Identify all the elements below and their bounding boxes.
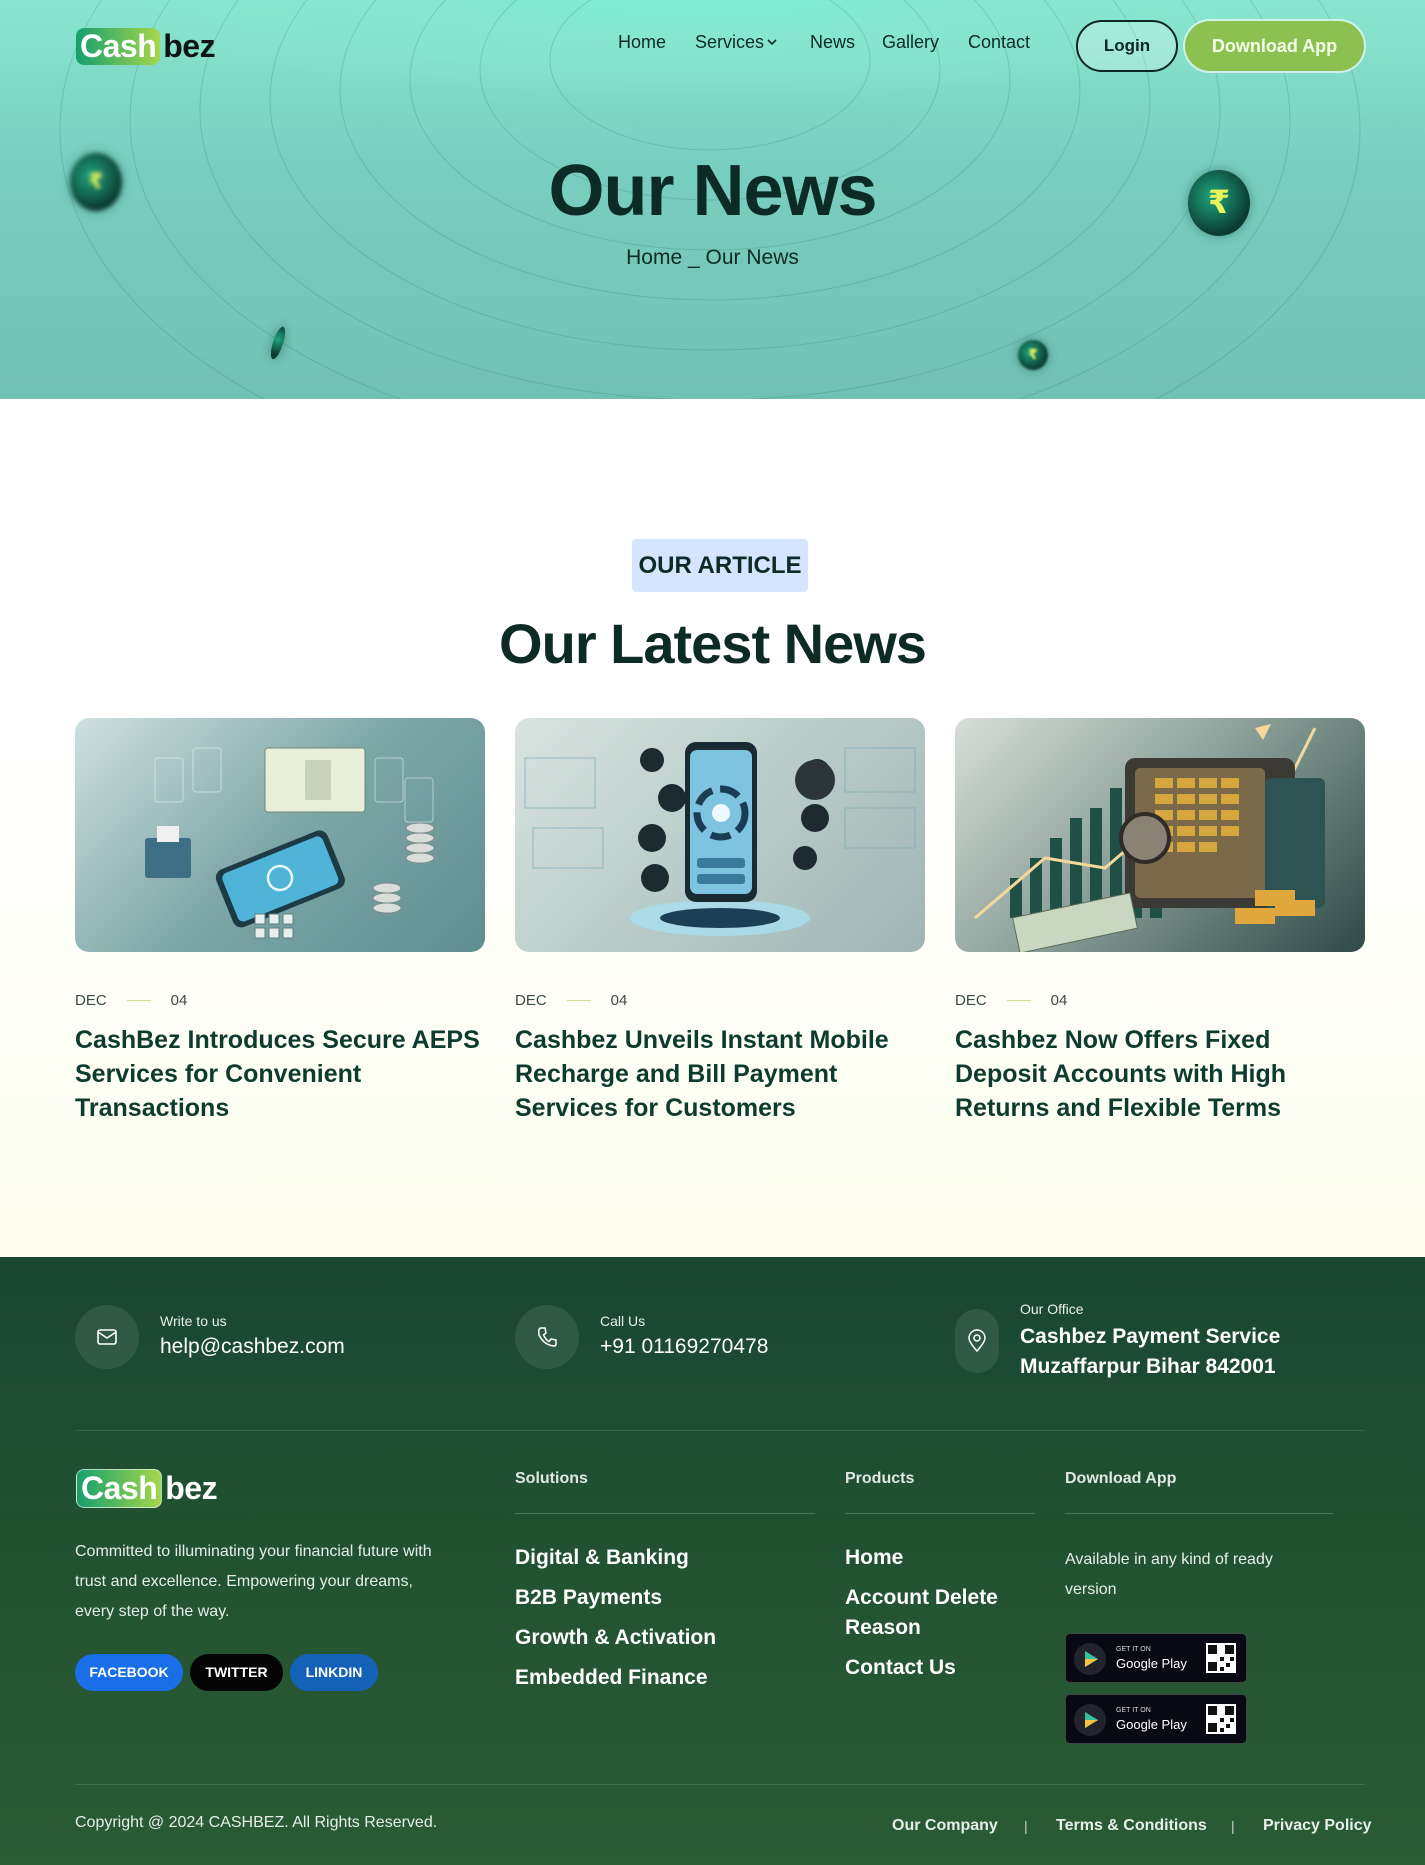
- footer-link-separator: |: [1231, 1818, 1235, 1834]
- coin-decoration-small: ₹: [1018, 340, 1048, 370]
- products-divider: [845, 1513, 1035, 1514]
- nav-services-label: Services: [695, 32, 765, 52]
- news-illustration: [524, 742, 916, 936]
- solutions-heading: Solutions: [515, 1470, 588, 1487]
- badge-small-text: GET IT ON: [1116, 1707, 1151, 1714]
- contact-office: Our Office Cashbez Payment Service Muzaf…: [955, 1301, 1280, 1378]
- footer-logo-bez: bez: [165, 1470, 218, 1506]
- badge-big-text: Google Play: [1116, 1717, 1187, 1732]
- contact-phone-label: Call Us: [600, 1313, 646, 1329]
- news-title[interactable]: Cashbez Unveils Instant Mobile Recharge …: [515, 1023, 925, 1125]
- footer-link-our-company[interactable]: Our Company: [892, 1817, 998, 1835]
- contact-email-value[interactable]: help@cashbez.com: [160, 1335, 345, 1359]
- solutions-link-b2b-payments[interactable]: B2B Payments: [515, 1583, 662, 1613]
- news-month: DEC: [955, 992, 987, 1009]
- footer-logo[interactable]: Cash bez: [76, 1469, 218, 1508]
- phone-icon: [515, 1305, 579, 1369]
- solutions-link-embedded-finance[interactable]: Embedded Finance: [515, 1663, 708, 1693]
- facebook-button[interactable]: FACEBOOK: [75, 1654, 183, 1691]
- contact-phone[interactable]: Call Us +91 01169270478: [515, 1305, 768, 1369]
- login-button[interactable]: Login: [1076, 20, 1178, 72]
- copyright-text: Copyright @ 2024 CASHBEZ. All Rights Res…: [75, 1814, 438, 1831]
- date-divider: [1006, 1000, 1031, 1001]
- google-play-badge[interactable]: GET IT ON Google Play: [1065, 1694, 1247, 1744]
- products-link-home[interactable]: Home: [845, 1543, 903, 1573]
- breadcrumb-separator: _: [687, 246, 700, 269]
- products-link-account-delete[interactable]: Account Delete Reason: [845, 1583, 1015, 1643]
- download-divider: [1065, 1513, 1333, 1514]
- download-description: Available in any kind of ready version: [1065, 1551, 1273, 1598]
- breadcrumb: Home _ Our News: [0, 246, 1425, 270]
- footer-link-privacy[interactable]: Privacy Policy: [1263, 1817, 1372, 1835]
- solutions-divider: [515, 1513, 815, 1514]
- nav-contact[interactable]: Contact: [968, 32, 1030, 53]
- location-pin-icon: [955, 1309, 999, 1373]
- page-title: Our News: [548, 151, 877, 231]
- news-day: 04: [610, 992, 628, 1009]
- news-day: 04: [170, 992, 188, 1009]
- news-card[interactable]: DEC 04 Cashbez Now Offers Fixed Deposit A…: [955, 718, 1365, 1122]
- download-heading: Download App: [1065, 1470, 1177, 1487]
- footer-divider-top: [75, 1430, 1365, 1431]
- breadcrumb-current: Our News: [705, 246, 799, 269]
- contact-office-label: Our Office: [1020, 1301, 1084, 1317]
- news-date: DEC 04: [75, 992, 187, 1009]
- news-title[interactable]: CashBez Introduces Secure AEPS Services …: [75, 1023, 485, 1125]
- news-image-aeps[interactable]: [75, 718, 485, 952]
- download-app-button[interactable]: Download App: [1185, 21, 1364, 71]
- breadcrumb-home[interactable]: Home: [626, 246, 682, 269]
- linkedin-button[interactable]: LINKDIN: [290, 1654, 378, 1691]
- footer-logo-cash: Cash: [76, 1469, 163, 1508]
- news-card[interactable]: DEC 04 CashBez Introduces Secure AEPS Ser…: [75, 718, 485, 1122]
- nav-home[interactable]: Home: [618, 32, 666, 53]
- contact-office-line1: Cashbez Payment Service: [1020, 1325, 1281, 1348]
- google-play-icon: [1074, 1704, 1106, 1736]
- google-play-badge[interactable]: GET IT ON Google Play: [1065, 1633, 1247, 1683]
- nav-services[interactable]: Services: [695, 32, 778, 53]
- footer-about-text: Committed to illuminating your financial…: [75, 1543, 432, 1620]
- contact-email-label: Write to us: [160, 1313, 227, 1329]
- news-month: DEC: [75, 992, 107, 1009]
- nav-gallery[interactable]: Gallery: [882, 32, 939, 53]
- contact-office-line2: Muzaffarpur Bihar 842001: [1020, 1355, 1276, 1378]
- badge-big-text: Google Play: [1116, 1656, 1187, 1671]
- news-card[interactable]: DEC 04 Cashbez Unveils Instant Mobile Rec…: [515, 718, 925, 1122]
- date-divider: [126, 1000, 151, 1001]
- qr-code-icon: [1206, 1643, 1236, 1673]
- products-link-contact-us[interactable]: Contact Us: [845, 1653, 956, 1683]
- date-divider: [566, 1000, 591, 1001]
- badge-small-text: GET IT ON: [1116, 1646, 1151, 1653]
- footer-link-separator: |: [1024, 1818, 1028, 1834]
- solutions-link-digital-banking[interactable]: Digital & Banking: [515, 1543, 689, 1573]
- section-tag: OUR ARTICLE: [632, 539, 808, 592]
- news-title[interactable]: Cashbez Now Offers Fixed Deposit Account…: [955, 1023, 1365, 1125]
- news-date: DEC 04: [515, 992, 627, 1009]
- news-day: 04: [1050, 992, 1068, 1009]
- nav-news[interactable]: News: [810, 32, 855, 53]
- footer-link-terms[interactable]: Terms & Conditions: [1056, 1817, 1207, 1835]
- qr-code-icon: [1206, 1704, 1236, 1734]
- hero-banner: ₹ ₹ ₹ Cash bez Home Services News Galler…: [0, 0, 1425, 399]
- news-image-recharge[interactable]: [515, 718, 925, 952]
- section-title: Our Latest News: [499, 612, 927, 675]
- mail-icon: [75, 1305, 139, 1369]
- news-image-fixed-deposit[interactable]: [955, 718, 1365, 952]
- contact-phone-value[interactable]: +91 01169270478: [600, 1335, 768, 1359]
- news-month: DEC: [515, 992, 547, 1009]
- footer: Write to us help@cashbez.com Call Us +91…: [0, 1257, 1425, 1865]
- products-heading: Products: [845, 1470, 915, 1487]
- footer-divider-bottom: [75, 1784, 1365, 1785]
- twitter-button[interactable]: TWITTER: [190, 1654, 283, 1691]
- news-date: DEC 04: [955, 992, 1067, 1009]
- solutions-link-growth-activation[interactable]: Growth & Activation: [515, 1623, 716, 1653]
- news-illustration: [145, 747, 435, 939]
- contact-email[interactable]: Write to us help@cashbez.com: [75, 1305, 345, 1369]
- news-section: OUR ARTICLE Our Latest News DEC 04 CashB…: [0, 399, 1425, 1257]
- news-illustration: [974, 724, 1325, 952]
- chevron-down-icon: [767, 39, 777, 46]
- google-play-icon: [1074, 1643, 1106, 1675]
